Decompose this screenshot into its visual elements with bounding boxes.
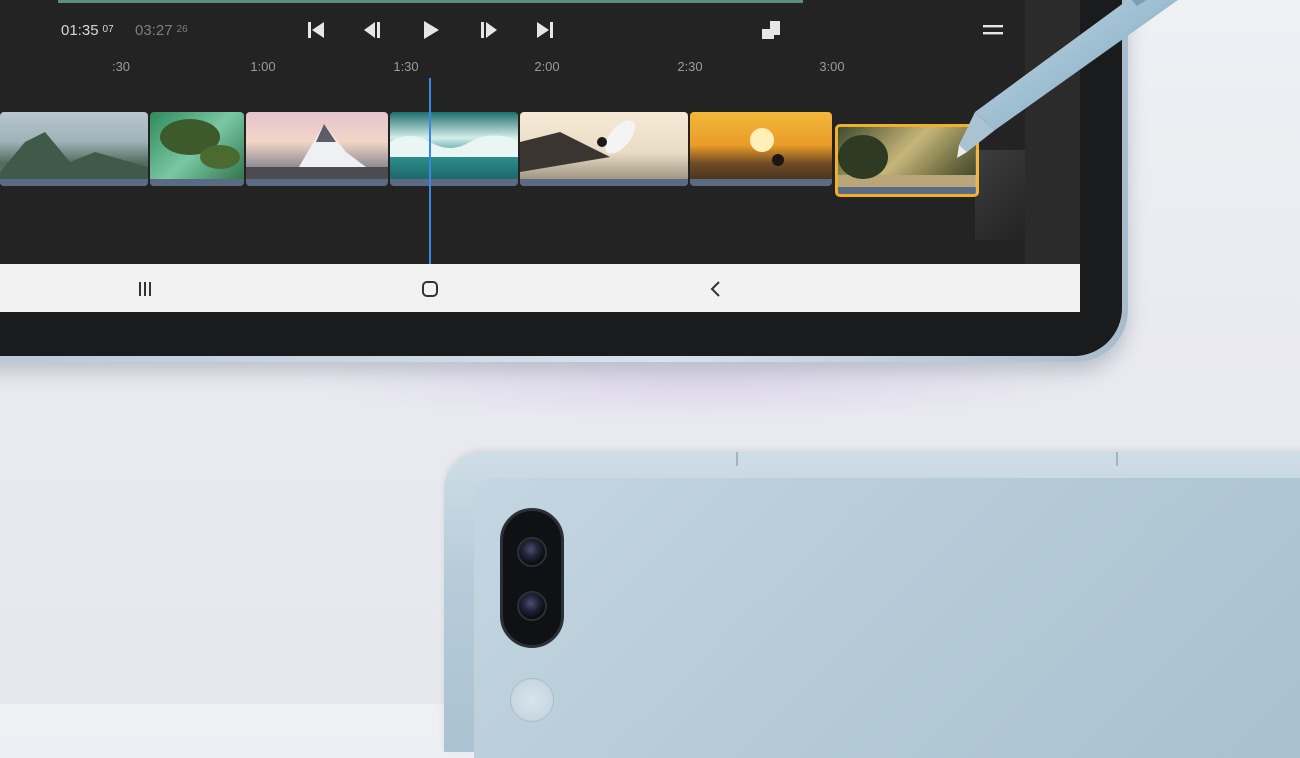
step-forward-button[interactable] [476,18,500,42]
ruler-label: 1:00 [250,59,276,74]
back-icon [710,281,720,297]
clip-thumbnail [520,120,635,172]
system-navigation-bar [0,264,1080,312]
timeline-clip[interactable] [690,112,832,186]
ruler-label: 3:00 [819,59,845,74]
camera-lens [517,591,547,621]
camera-lens [517,537,547,567]
current-frames: 07 [102,24,114,35]
recent-apps-icon [139,282,151,296]
antenna-seam [1116,452,1118,466]
clip-audio-bar [690,179,832,186]
play-icon [424,21,439,39]
skip-to-start-button[interactable] [304,18,328,42]
s-pen-stylus [957,0,1178,158]
aspect-ratio-icon [762,21,780,39]
timeline-clip[interactable] [390,112,518,186]
ruler-label: 1:30 [393,59,419,74]
clip-thumbnail [246,124,388,186]
ruler-label: 2:00 [534,59,560,74]
home-icon [422,281,438,297]
rear-camera-module [500,508,564,648]
clip-audio-bar [0,179,148,186]
aspect-ratio-button[interactable] [759,18,783,42]
ruler-label: :30 [111,59,131,74]
step-back-icon [364,22,380,38]
clip-audio-bar [520,179,688,186]
skip-to-end-button[interactable] [533,18,557,42]
clip-thumbnail [160,119,240,169]
timeline-clip[interactable] [520,112,688,186]
step-forward-icon [481,22,497,38]
clip-audio-bar [390,179,518,186]
timeline-clip[interactable] [0,112,148,186]
skip-to-end-icon [537,22,553,38]
video-editor-screen: 01:35 07 03:27 26 :30 1:00 1:30 2:00 2:30 … [0,0,1080,312]
recent-apps-button[interactable] [134,278,156,300]
clip-audio-bar [246,179,388,186]
play-button[interactable] [419,18,443,42]
clip-thumbnail [750,128,784,166]
ruler-label: 2:30 [677,59,703,74]
clip-audio-bar [838,187,976,194]
tablet-back-panel [474,478,1300,758]
clip-audio-bar [150,179,244,186]
current-time: 01:35 07 [61,22,114,39]
back-button[interactable] [705,278,727,300]
timeline-clip[interactable] [150,112,244,186]
camera-flash [510,678,554,722]
preview-edge [58,0,803,3]
clip-thumbnail [0,132,148,186]
total-time: 03:27 26 [135,22,188,39]
total-frames: 26 [176,24,188,35]
home-button[interactable] [419,278,441,300]
antenna-seam [736,452,738,466]
skip-to-start-icon [308,22,324,38]
current-time-value: 01:35 [61,22,99,39]
tablet-back [444,452,1300,758]
step-back-button[interactable] [361,18,385,42]
clip-thumbnail [390,135,518,157]
playhead[interactable] [429,78,431,264]
total-time-value: 03:27 [135,22,173,39]
timeline-clip[interactable] [246,112,388,186]
